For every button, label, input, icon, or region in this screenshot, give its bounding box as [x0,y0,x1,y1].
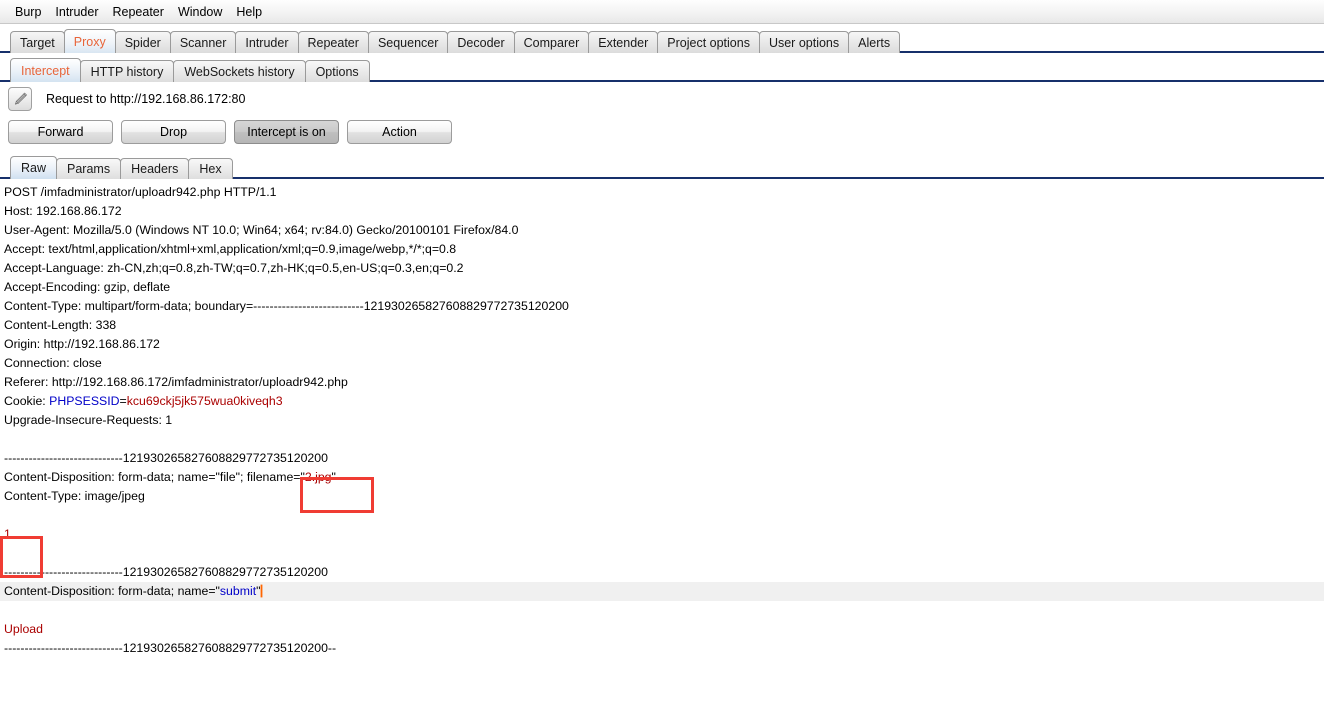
menu-item-repeater[interactable]: Repeater [106,3,171,21]
raw-line: -----------------------------12193026582… [2,449,1324,468]
subtab-websockets-history[interactable]: WebSockets history [173,60,306,82]
tab-decoder[interactable]: Decoder [447,31,515,53]
tab-repeater[interactable]: Repeater [297,31,369,53]
raw-line: User-Agent: Mozilla/5.0 (Windows NT 10.0… [2,221,1324,240]
raw-token: Content-Disposition: form-data; name=" [4,584,220,598]
menu-item-burp[interactable]: Burp [8,3,48,21]
raw-line: Content-Length: 338 [2,316,1324,335]
raw-line: Accept: text/html,application/xhtml+xml,… [2,240,1324,259]
raw-line: Accept-Encoding: gzip, deflate [2,278,1324,297]
viewtab-raw[interactable]: Raw [10,156,58,179]
message-view-tab-bar: Raw Params Headers Hex [0,152,1324,179]
raw-line [2,544,1324,563]
raw-token: Accept-Encoding: gzip, deflate [4,280,171,294]
raw-line: Content-Disposition: form-data; name="fi… [2,468,1324,487]
raw-line [2,430,1324,449]
raw-request-editor[interactable]: POST /imfadministrator/uploadr942.php HT… [0,179,1324,701]
raw-line: Origin: http://192.168.86.172 [2,335,1324,354]
raw-token: Upgrade-Insecure-Requests: 1 [4,413,173,427]
menu-bar: Burp Intruder Repeater Window Help [0,0,1324,24]
raw-token: Host: 192.168.86.172 [4,204,122,218]
menu-item-intruder[interactable]: Intruder [48,3,105,21]
raw-token-highlighted: Upload [4,622,43,636]
raw-line: Content-Type: multipart/form-data; bound… [2,297,1324,316]
raw-line: 1 [2,525,1324,544]
raw-token: -----------------------------12193026582… [4,451,328,465]
raw-token: -----------------------------12193026582… [4,565,328,579]
raw-line: -----------------------------12193026582… [2,563,1324,582]
subtab-options[interactable]: Options [304,60,370,82]
tab-project-options[interactable]: Project options [657,31,760,53]
raw-token: " [331,470,336,484]
tab-spider[interactable]: Spider [114,31,171,53]
drop-button[interactable]: Drop [121,120,226,144]
menu-item-window[interactable]: Window [171,3,229,21]
raw-token: Accept-Language: zh-CN,zh;q=0.8,zh-TW;q=… [4,261,464,275]
raw-line: Referer: http://192.168.86.172/imfadmini… [2,373,1324,392]
subtab-http-history[interactable]: HTTP history [79,60,175,82]
main-tab-bar: Target Proxy Spider Scanner Intruder Rep… [0,24,1324,53]
raw-token-highlighted: kcu69ckj5jk575wua0kiveqh3 [126,394,283,408]
tab-alerts[interactable]: Alerts [848,31,901,53]
tab-proxy[interactable]: Proxy [63,29,116,53]
raw-line: Upload [2,620,1324,639]
raw-token: Content-Type: multipart/form-data; bound… [4,299,569,313]
request-header-row: Request to http://192.168.86.172:80 [0,82,1324,116]
viewtab-headers[interactable]: Headers [120,158,190,179]
viewtab-hex[interactable]: Hex [188,158,233,179]
raw-line: Connection: close [2,354,1324,373]
intercept-toggle-button[interactable]: Intercept is on [234,120,339,144]
tab-comparer[interactable]: Comparer [513,31,590,53]
raw-token: -----------------------------12193026582… [4,641,337,655]
raw-token-highlighted: 1 [4,527,11,541]
raw-token-highlighted: 2.jpg [304,470,332,484]
raw-token: POST /imfadministrator/uploadr942.php HT… [4,185,277,199]
request-target-label: Request to http://192.168.86.172:80 [46,92,246,106]
pencil-icon [14,92,27,105]
raw-token: Content-Disposition: form-data; name="fi… [4,470,305,484]
intercept-action-bar: Forward Drop Intercept is on Action [0,116,1324,148]
raw-line: -----------------------------12193026582… [2,639,1324,658]
raw-line [2,506,1324,525]
raw-token-highlighted: submit [219,584,257,598]
menu-item-help[interactable]: Help [229,3,269,21]
raw-line: Content-Disposition: form-data; name="su… [0,582,1324,601]
tab-intruder[interactable]: Intruder [235,31,299,53]
tab-target[interactable]: Target [10,31,65,53]
proxy-sub-tab-bar: Intercept HTTP history WebSockets histor… [0,53,1324,82]
raw-token: Referer: http://192.168.86.172/imfadmini… [4,375,348,389]
raw-token: Content-Type: image/jpeg [4,489,145,503]
tab-extender[interactable]: Extender [588,31,659,53]
tab-sequencer[interactable]: Sequencer [367,31,449,53]
raw-token: Origin: http://192.168.86.172 [4,337,160,351]
tab-user-options[interactable]: User options [758,31,850,53]
raw-line: Accept-Language: zh-CN,zh;q=0.8,zh-TW;q=… [2,259,1324,278]
raw-token: User-Agent: Mozilla/5.0 (Windows NT 10.0… [4,223,519,237]
raw-token-highlighted: PHPSESSID [49,394,120,408]
tab-scanner[interactable]: Scanner [169,31,237,53]
raw-line [2,601,1324,620]
action-button[interactable]: Action [347,120,452,144]
raw-token: Content-Length: 338 [4,318,117,332]
pencil-icon-button[interactable] [8,87,32,111]
viewtab-params[interactable]: Params [56,158,122,179]
raw-token: Connection: close [4,356,102,370]
raw-line: POST /imfadministrator/uploadr942.php HT… [2,183,1324,202]
raw-token: Cookie: [4,394,50,408]
raw-line: Content-Type: image/jpeg [2,487,1324,506]
raw-line: Cookie: PHPSESSID=kcu69ckj5jk575wua0kive… [2,392,1324,411]
forward-button[interactable]: Forward [8,120,113,144]
raw-line: Upgrade-Insecure-Requests: 1 [2,411,1324,430]
text-caret [260,585,262,597]
subtab-intercept[interactable]: Intercept [10,58,81,82]
raw-line: Host: 192.168.86.172 [2,202,1324,221]
raw-token: Accept: text/html,application/xhtml+xml,… [4,242,457,256]
raw-token: = [119,394,127,408]
